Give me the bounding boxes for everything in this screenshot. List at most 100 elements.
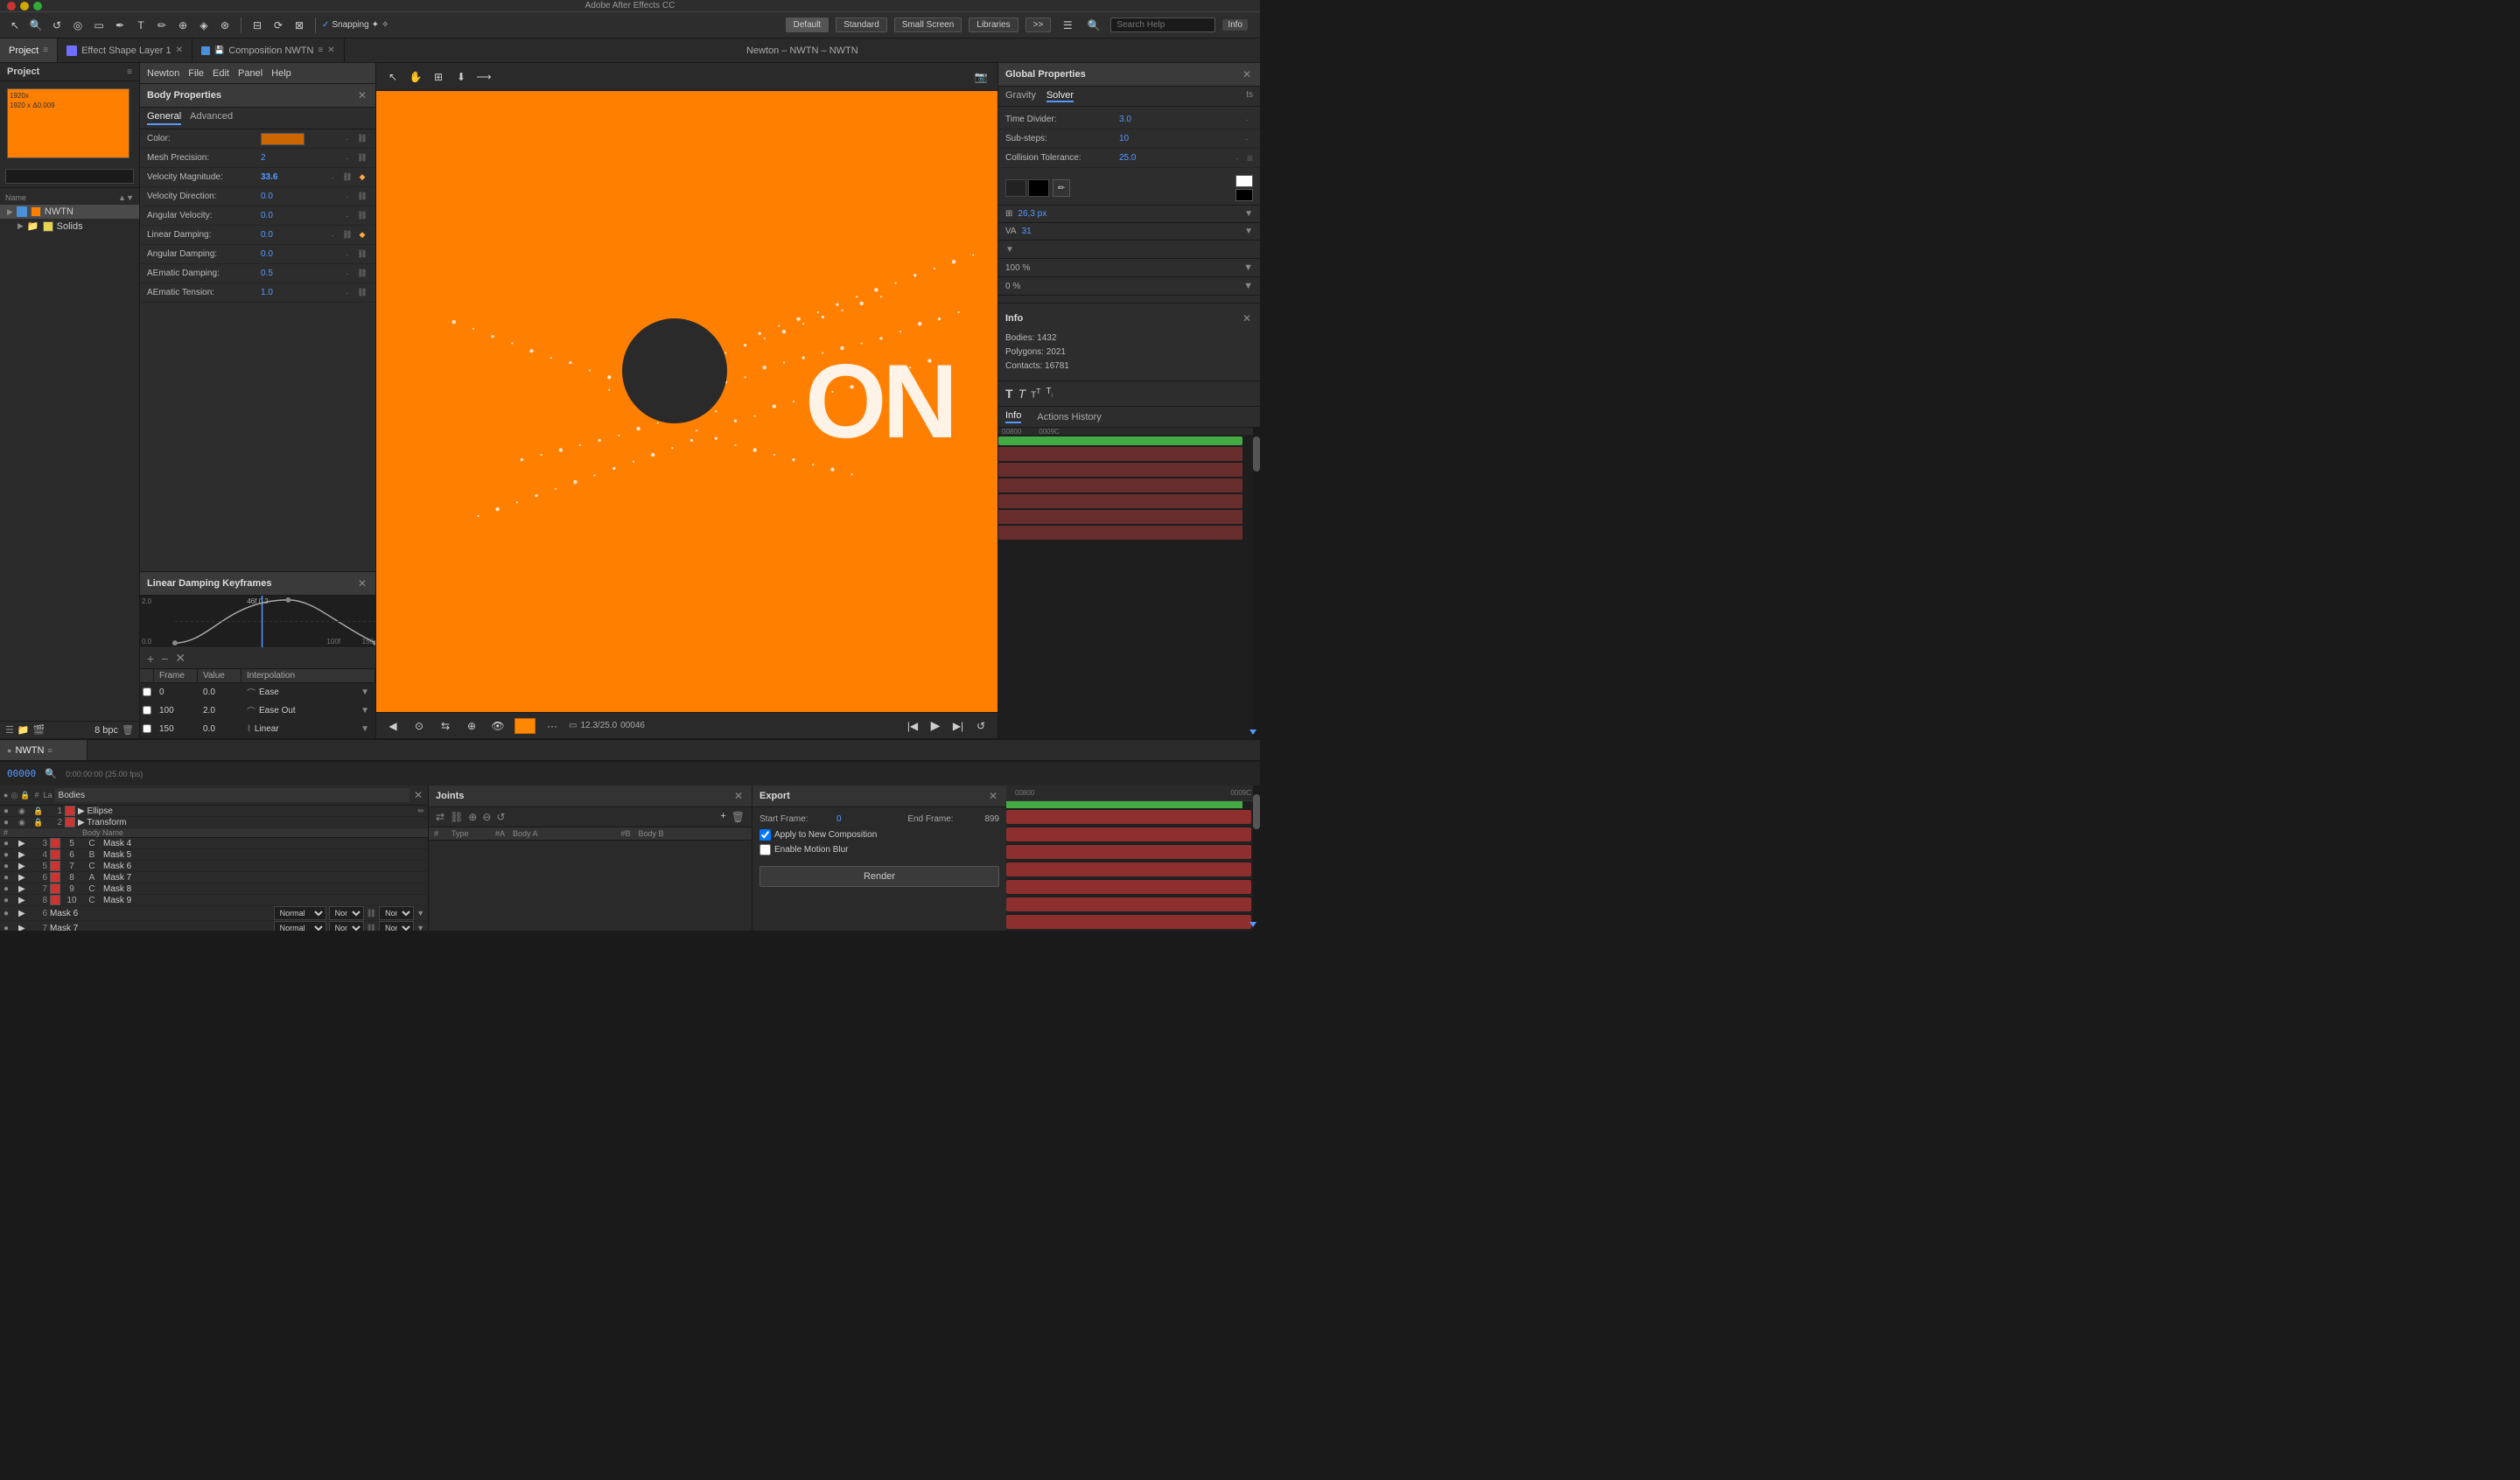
ellipse-eye[interactable]: ● xyxy=(4,806,16,816)
aed-link[interactable]: ⛓ xyxy=(356,268,368,280)
view-snap-tool[interactable]: ⟶ xyxy=(474,67,494,87)
expand-handle[interactable] xyxy=(1250,730,1256,735)
kf-interp-dropdown-150[interactable]: ▼ xyxy=(360,724,369,734)
color-link[interactable]: ⛓ xyxy=(356,133,368,145)
align-btn3[interactable]: ⊠ xyxy=(290,16,309,35)
comp-nwtn-label[interactable]: NWTN xyxy=(15,745,44,756)
color-reset[interactable]: · xyxy=(341,133,354,145)
m9-eye[interactable]: ● xyxy=(4,896,16,905)
tt-superscript[interactable]: TT xyxy=(1031,387,1040,401)
render-button[interactable]: Render xyxy=(760,866,999,887)
joint-tool-4[interactable]: ⊖ xyxy=(482,811,491,823)
joint-tool-3[interactable]: ⊕ xyxy=(468,811,477,823)
kf-interp-dropdown-100[interactable]: ▼ xyxy=(360,706,369,716)
m7b-none-select2[interactable]: None xyxy=(379,921,414,931)
align-btn2[interactable]: ⟳ xyxy=(269,16,288,35)
kf-close[interactable]: ✕ xyxy=(356,576,368,591)
val-31-arrow[interactable]: ▼ xyxy=(1244,227,1253,236)
m8-eye[interactable]: ● xyxy=(4,884,16,894)
vdir-link[interactable]: ⛓ xyxy=(356,191,368,203)
workspace-libraries[interactable]: Libraries xyxy=(969,17,1018,32)
comp-tab-menu[interactable]: ≡ xyxy=(318,45,323,55)
snap-icon2[interactable]: ✧ xyxy=(382,20,388,30)
tree-item-nwtn[interactable]: ▶ NWTN xyxy=(0,205,139,219)
ct-list-icon[interactable]: ≡ xyxy=(1247,152,1253,164)
gp-swatch-1[interactable] xyxy=(1005,179,1026,197)
av-reset[interactable]: · xyxy=(341,210,354,222)
m6b-none-select[interactable]: None xyxy=(329,906,364,920)
newton-menu-file[interactable]: File xyxy=(188,68,204,79)
td-btn[interactable]: · xyxy=(1241,114,1253,126)
expand-arrow[interactable]: ▼ xyxy=(1005,245,1014,255)
view-hand-tool[interactable]: ✋ xyxy=(406,67,425,87)
bodies-close[interactable]: ✕ xyxy=(412,787,424,803)
view-color-swatch[interactable] xyxy=(514,718,536,734)
tl-expand-handle[interactable] xyxy=(1250,922,1256,927)
maximize-window-btn[interactable] xyxy=(33,2,42,10)
kf-delete-btn[interactable]: ✕ xyxy=(175,651,186,666)
comp-tab-close[interactable]: ✕ xyxy=(327,45,334,55)
puppet-tool[interactable]: ⊛ xyxy=(215,16,234,35)
export-close[interactable]: ✕ xyxy=(987,788,999,804)
m6b-eye[interactable]: ● xyxy=(4,909,16,918)
play-next-btn[interactable]: ▶| xyxy=(948,716,968,736)
view-circle[interactable]: ⊙ xyxy=(410,716,429,736)
percent-2-arrow[interactable]: ▼ xyxy=(1243,281,1253,291)
tl-scrollbar-thumb[interactable] xyxy=(1253,794,1260,829)
minimap-scrollbar[interactable] xyxy=(1253,428,1260,738)
tab-project[interactable]: Project ≡ xyxy=(0,38,58,62)
gp-swatch-2[interactable] xyxy=(1028,179,1049,197)
newton-menu-help[interactable]: Help xyxy=(271,68,291,79)
tree-item-solids[interactable]: ▶ 📁 Solids xyxy=(0,219,139,234)
new-comp-btn[interactable]: 🎬 xyxy=(33,724,46,736)
ct-btn[interactable]: · xyxy=(1231,152,1243,164)
play-btn[interactable]: ▶ xyxy=(926,716,945,736)
workspace-menu-btn[interactable]: ☰ xyxy=(1058,16,1077,35)
aed-reset[interactable]: · xyxy=(341,268,354,280)
aet-link[interactable]: ⛓ xyxy=(356,287,368,299)
name-sort[interactable]: Name xyxy=(5,193,26,202)
av-link[interactable]: ⛓ xyxy=(356,210,368,222)
view-arrows[interactable]: ⇆ xyxy=(436,716,455,736)
joint-add[interactable]: + xyxy=(720,811,725,823)
view-dots[interactable]: ··· xyxy=(542,716,562,736)
workspace-standard[interactable]: Standard xyxy=(836,17,887,32)
mesh-reset[interactable]: · xyxy=(341,152,354,164)
gp-black-swatch[interactable] xyxy=(1236,189,1253,201)
comp-menu-btn[interactable]: ≡ xyxy=(47,746,52,755)
vdir-reset[interactable]: · xyxy=(341,191,354,203)
gp-edit-btn[interactable]: ✏ xyxy=(1053,179,1070,197)
kf-interp-dropdown-0[interactable]: ▼ xyxy=(360,688,369,697)
newton-menu-newton[interactable]: Newton xyxy=(147,68,179,79)
snap-icon1[interactable]: ✦ xyxy=(372,20,379,30)
apply-checkbox[interactable] xyxy=(760,829,771,841)
view-grid-tool[interactable]: ⊞ xyxy=(429,67,448,87)
zoom-tool[interactable]: 🔍 xyxy=(26,16,46,35)
new-item-btn[interactable]: ☰ xyxy=(5,724,14,736)
m4-eye[interactable]: ● xyxy=(4,839,16,848)
ad-link[interactable]: ⛓ xyxy=(356,248,368,261)
tl-scrollbar[interactable] xyxy=(1253,785,1260,931)
joint-tool-2[interactable]: ⛓ xyxy=(450,811,463,823)
comp-save-icon[interactable]: 💾 xyxy=(214,45,224,55)
rotation-tool[interactable]: ↺ xyxy=(47,16,66,35)
project-tab-menu[interactable]: ≡ xyxy=(43,45,48,55)
pb-search[interactable]: 🔍 xyxy=(41,764,60,784)
sort-arrows[interactable]: ▲▼ xyxy=(118,193,134,202)
ss-btn[interactable]: · xyxy=(1241,133,1253,145)
global-props-close[interactable]: ✕ xyxy=(1241,66,1253,82)
workspace-more[interactable]: >> xyxy=(1026,17,1052,32)
m5-eye[interactable]: ● xyxy=(4,850,16,860)
workspace-small-screen[interactable]: Small Screen xyxy=(894,17,962,32)
viewer-camera-icon[interactable]: 📷 xyxy=(971,67,990,87)
kf-check-100[interactable] xyxy=(140,702,154,719)
mesh-link[interactable]: ⛓ xyxy=(356,152,368,164)
minimize-window-btn[interactable] xyxy=(20,2,29,10)
tt-bold[interactable]: T xyxy=(1005,387,1013,401)
gp-tab-gravity[interactable]: Gravity xyxy=(1005,90,1036,102)
newton-menu-edit[interactable]: Edit xyxy=(213,68,229,79)
ellipse-mask-icon[interactable]: ✏ xyxy=(417,806,424,816)
joint-tool-1[interactable]: ⇄ xyxy=(436,811,444,823)
body-props-close[interactable]: ✕ xyxy=(356,87,368,103)
close-window-btn[interactable] xyxy=(7,2,16,10)
